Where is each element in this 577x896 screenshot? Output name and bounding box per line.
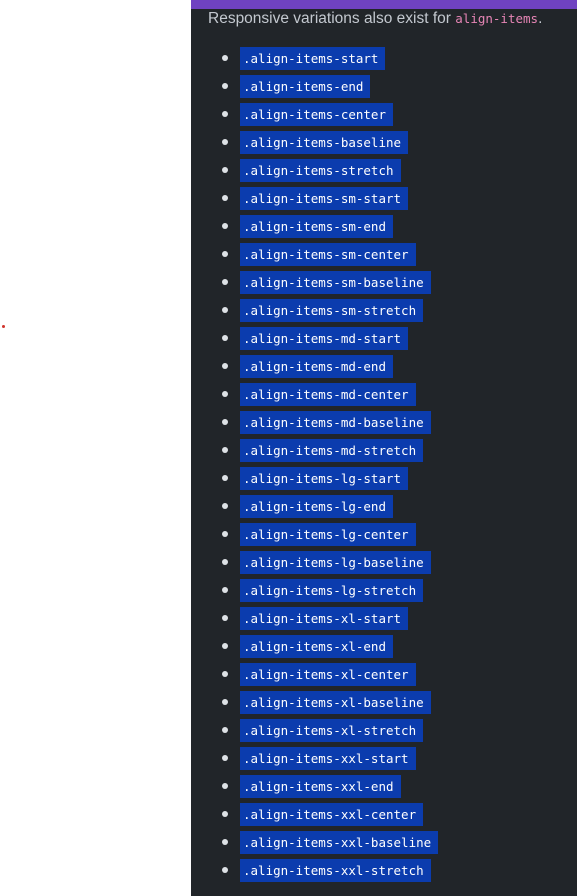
class-name-code[interactable]: .align-items-xxl-end: [240, 775, 401, 798]
class-name-code[interactable]: .align-items-lg-end: [240, 495, 393, 518]
class-name-code[interactable]: .align-items-start: [240, 47, 386, 70]
class-name-code[interactable]: .align-items-center: [240, 103, 393, 126]
bullet-icon: [222, 811, 228, 817]
bullet-icon: [222, 699, 228, 705]
bullet-icon: [222, 727, 228, 733]
bullet-icon: [222, 475, 228, 481]
class-name-code[interactable]: .align-items-md-end: [240, 355, 393, 378]
class-name-code[interactable]: .align-items-lg-center: [240, 523, 416, 546]
bullet-icon: [222, 335, 228, 341]
bullet-icon: [222, 111, 228, 117]
bullet-icon: [222, 307, 228, 313]
bullet-icon: [222, 251, 228, 257]
bullet-icon: [222, 195, 228, 201]
class-name-code[interactable]: .align-items-sm-end: [240, 215, 393, 238]
intro-suffix: .: [538, 10, 543, 27]
class-name-code[interactable]: .align-items-stretch: [240, 159, 401, 182]
bullet-icon: [222, 391, 228, 397]
bullet-icon: [222, 55, 228, 61]
bullet-icon: [222, 279, 228, 285]
class-name-code[interactable]: .align-items-sm-baseline: [240, 271, 431, 294]
bullet-icon: [222, 867, 228, 873]
bullet-icon: [222, 587, 228, 593]
bullet-icon: [222, 755, 228, 761]
bullet-icon: [222, 839, 228, 845]
class-name-code[interactable]: .align-items-xl-start: [240, 607, 409, 630]
class-name-code[interactable]: .align-items-lg-start: [240, 467, 409, 490]
bullet-icon: [222, 223, 228, 229]
bullet-icon: [222, 447, 228, 453]
class-name-code[interactable]: .align-items-md-stretch: [240, 439, 424, 462]
class-name-code[interactable]: .align-items-md-center: [240, 383, 416, 406]
class-name-code[interactable]: .align-items-lg-baseline: [240, 551, 431, 574]
documentation-pane: Responsive variations also exist for ali…: [191, 0, 577, 896]
bullet-icon: [222, 419, 228, 425]
class-name-code[interactable]: .align-items-xxl-stretch: [240, 859, 431, 882]
bullet-icon: [222, 531, 228, 537]
class-name-code[interactable]: .align-items-xxl-start: [240, 747, 416, 770]
class-name-code[interactable]: .align-items-xl-stretch: [240, 719, 424, 742]
class-name-code[interactable]: .align-items-lg-stretch: [240, 579, 424, 602]
class-name-code[interactable]: .align-items-sm-center: [240, 243, 416, 266]
class-name-code[interactable]: .align-items-sm-start: [240, 187, 409, 210]
class-name-code[interactable]: .align-items-md-baseline: [240, 411, 431, 434]
left-blank-pane: [0, 0, 191, 896]
class-name-code[interactable]: .align-items-end: [240, 75, 371, 98]
bullet-icon: [222, 503, 228, 509]
bullet-icon: [222, 83, 228, 89]
page: Responsive variations also exist for ali…: [0, 0, 577, 896]
bullet-icon: [222, 167, 228, 173]
intro-text: Responsive variations also exist for: [208, 10, 456, 27]
red-marker-dot: [2, 325, 5, 328]
class-name-code[interactable]: .align-items-baseline: [240, 131, 409, 154]
bullet-icon: [222, 643, 228, 649]
class-name-code[interactable]: .align-items-sm-stretch: [240, 299, 424, 322]
accent-top-bar: [191, 0, 577, 9]
bullet-icon: [222, 783, 228, 789]
class-name-code[interactable]: .align-items-xl-baseline: [240, 691, 431, 714]
bullet-icon: [222, 363, 228, 369]
bullet-icon: [222, 559, 228, 565]
intro-paragraph: Responsive variations also exist for ali…: [208, 9, 542, 28]
bullet-icon: [222, 139, 228, 145]
class-name-code[interactable]: .align-items-xl-end: [240, 635, 393, 658]
bullet-icon: [222, 671, 228, 677]
intro-inline-code: align-items: [455, 11, 539, 26]
class-name-code[interactable]: .align-items-xxl-center: [240, 803, 424, 826]
class-name-code[interactable]: .align-items-xl-center: [240, 663, 416, 686]
class-name-code[interactable]: .align-items-xxl-baseline: [240, 831, 439, 854]
bullet-icon: [222, 615, 228, 621]
class-name-code[interactable]: .align-items-md-start: [240, 327, 409, 350]
